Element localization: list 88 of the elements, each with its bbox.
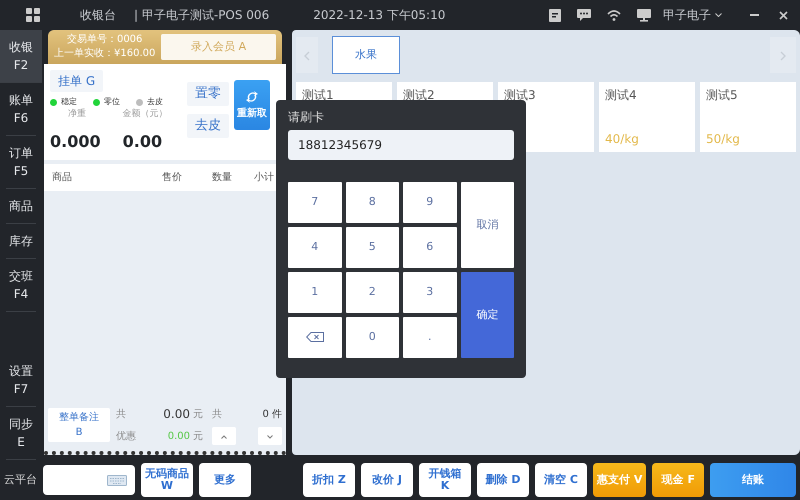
sidebar-item[interactable]: 同步 E	[6, 407, 36, 460]
column-header: 数量	[212, 170, 233, 184]
number-key[interactable]: 9	[403, 182, 456, 223]
code-input-field[interactable]	[43, 465, 135, 495]
chevron-down-icon	[267, 434, 273, 439]
net-weight-value: 0.000	[50, 130, 101, 152]
number-key[interactable]: 3	[403, 272, 456, 313]
date-time: 2022-12-13 下午05:10	[313, 7, 446, 24]
chevron-right-icon	[780, 50, 786, 61]
product-name: 测试5	[706, 87, 739, 104]
close-icon[interactable]	[779, 10, 788, 20]
chevron-left-icon	[304, 50, 310, 61]
action-button[interactable]: 清空 C	[535, 463, 587, 497]
product-card[interactable]: 测试5 50/kg	[700, 82, 796, 152]
chat-icon[interactable]	[577, 9, 591, 21]
backspace-icon	[306, 332, 324, 342]
trade-number: 交易单号：0006	[66, 33, 144, 47]
product-name: 测试3	[504, 87, 537, 104]
user-dropdown[interactable]: 甲子电子	[663, 6, 711, 24]
currency-unit: 元	[192, 408, 204, 422]
action-button[interactable]: 改价 J	[361, 463, 413, 497]
product-card[interactable]: 测试4 40/kg	[599, 82, 695, 152]
sidebar-item[interactable]: 订单 F5	[6, 136, 36, 189]
action-button[interactable]: 结账	[710, 463, 796, 497]
monitor-icon[interactable]	[637, 8, 651, 22]
sidebar-item[interactable]: 交班 F4	[6, 259, 36, 312]
amount-label: 金额（元）	[122, 108, 168, 121]
confirm-key[interactable]: 确定	[460, 272, 514, 358]
net-weight-label: 净重	[67, 108, 87, 121]
cloud-platform-label: 云平台	[4, 472, 37, 488]
product-price: 50/kg	[706, 131, 741, 148]
status-label: 稳定	[61, 96, 77, 108]
number-key[interactable]: 2	[346, 272, 399, 313]
product-price: 40/kg	[605, 131, 640, 148]
sidebar-item[interactable]: 设置 F7	[6, 354, 36, 407]
backspace-key[interactable]	[288, 317, 342, 358]
tare-button[interactable]: 去皮	[187, 114, 229, 138]
status-label: 去皮	[147, 96, 163, 108]
wifi-icon[interactable]	[607, 10, 621, 20]
action-button[interactable]: 折扣 Z	[303, 463, 355, 497]
store-name: | 甲子电子测试-POS 006	[134, 7, 270, 24]
caret-icon[interactable]	[715, 13, 722, 17]
total-value: 0.00	[162, 406, 190, 423]
discount-value: 0.00	[166, 430, 190, 444]
sidebar-item[interactable]: 账单 F6	[6, 83, 36, 136]
refresh-icon	[245, 90, 259, 104]
zero-button[interactable]: 置零	[187, 82, 229, 106]
sidebar-item[interactable]: 商品	[6, 189, 36, 224]
reweigh-button[interactable]: 重新取	[234, 80, 270, 130]
action-button[interactable]: 删除 D	[477, 463, 529, 497]
column-header: 售价	[162, 170, 183, 184]
number-key[interactable]: 1	[288, 272, 342, 313]
number-key[interactable]: 6	[403, 227, 456, 268]
amount-value: 0.00	[122, 130, 164, 152]
document-icon[interactable]	[549, 8, 561, 22]
column-header: 商品	[52, 170, 73, 184]
product-name: 测试2	[403, 87, 436, 104]
number-key[interactable]: .	[403, 317, 456, 358]
action-button[interactable]: 开钱箱 K	[419, 463, 471, 497]
product-name: 测试4	[605, 87, 638, 104]
last-paid: 上一单实收：¥160.00	[54, 47, 156, 61]
category-tab[interactable]: 水果	[332, 36, 400, 74]
number-key[interactable]: 7	[288, 182, 342, 223]
action-button[interactable]: 无码商品 W	[141, 463, 193, 497]
number-key[interactable]: 8	[346, 182, 399, 223]
status-label: 零位	[104, 96, 120, 108]
card-number-field[interactable]: 18812345679	[288, 130, 514, 160]
number-key[interactable]: 0	[346, 317, 399, 358]
sidebar-item[interactable]: 库存	[6, 224, 36, 259]
app-title: 收银台	[80, 7, 116, 24]
total-label: 共	[116, 408, 127, 422]
number-key[interactable]: 4	[288, 227, 342, 268]
product-name: 测试1	[302, 87, 335, 104]
chevron-up-icon	[221, 434, 227, 439]
count-label: 共	[212, 408, 223, 422]
hold-order-button[interactable]: 挂单 G	[50, 70, 104, 92]
sidebar-item[interactable]: 收银 F2	[0, 30, 42, 83]
count-value: 0 件	[261, 408, 282, 422]
order-note-button[interactable]: 整单备注 B	[48, 408, 110, 442]
dialog-title: 请刷卡	[288, 109, 325, 126]
action-button[interactable]: 更多	[199, 463, 251, 497]
apps-grid-icon[interactable]	[26, 8, 40, 22]
discount-label: 优惠	[116, 430, 137, 444]
column-header: 小计	[254, 170, 275, 184]
currency-unit: 元	[192, 430, 204, 444]
number-key[interactable]: 5	[346, 227, 399, 268]
keyboard-icon	[107, 474, 127, 486]
cancel-key[interactable]: 取消	[460, 182, 514, 268]
